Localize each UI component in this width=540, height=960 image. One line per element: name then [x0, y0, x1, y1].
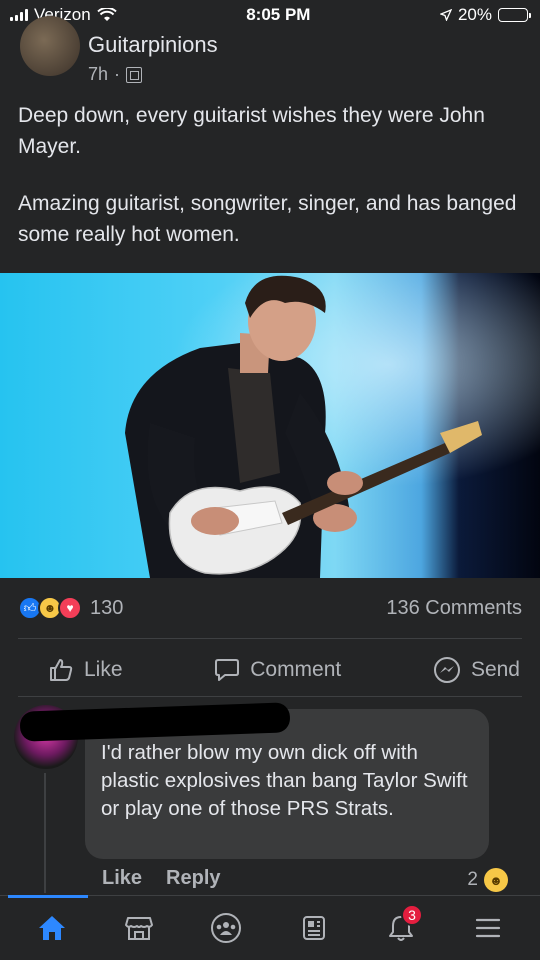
battery-percent: 20%	[457, 5, 492, 24]
divider	[18, 638, 522, 639]
comment-bubble-icon	[215, 659, 240, 681]
wifi-icon	[97, 8, 117, 21]
post-actions: Like Comment Send	[18, 645, 522, 695]
comment-like-button[interactable]: Like	[102, 867, 142, 890]
location-arrow-icon	[439, 9, 452, 21]
comment-text: I'd rather blow my own dick off with pla…	[101, 741, 468, 820]
reaction-icons[interactable]: 👍︎ ☻ ♥ 130	[18, 596, 123, 620]
post-image[interactable]	[0, 273, 540, 578]
page-name[interactable]: Guitarpinions	[88, 32, 218, 58]
home-icon	[38, 916, 65, 940]
like-button[interactable]: Like	[48, 657, 123, 683]
nav-groups[interactable]	[196, 900, 256, 956]
haha-icon: ☻	[484, 868, 508, 892]
comment-label: Comment	[250, 658, 342, 681]
signal-icon	[10, 9, 28, 21]
meta-separator: ·	[114, 64, 121, 84]
battery-icon	[497, 8, 531, 22]
post-paragraph: Amazing guitarist, songwriter, singer, a…	[18, 192, 517, 246]
send-label: Send	[470, 658, 520, 681]
post-timestamp[interactable]: 7h	[88, 64, 108, 85]
thumbs-up-icon	[50, 659, 73, 681]
post-meta: 7h ·	[88, 64, 143, 85]
nav-marketplace[interactable]	[109, 900, 169, 956]
comment-reply-button[interactable]: Reply	[166, 867, 220, 890]
comment-actions: Like Reply	[102, 867, 221, 890]
divider	[18, 696, 522, 697]
marketplace-icon	[124, 917, 153, 940]
like-label: Like	[84, 658, 123, 681]
comment-thread: Brian Erickson I'd rather blow my own di…	[0, 702, 540, 895]
nav-notifications[interactable]: 3	[371, 900, 431, 956]
active-tab-indicator	[8, 895, 88, 898]
guitarist-photo	[0, 273, 540, 578]
reactions-summary: 👍︎ ☻ ♥ 130 136 Comments	[18, 590, 522, 626]
battery-group: 20%	[439, 5, 531, 25]
messenger-icon	[433, 657, 460, 683]
status-bar: Verizon 8:05 PM 20%	[0, 0, 540, 30]
groups-icon	[211, 913, 242, 943]
nav-news[interactable]	[284, 900, 344, 956]
nav-menu[interactable]	[458, 900, 518, 956]
bottom-nav: 3	[0, 895, 540, 960]
comment-button[interactable]: Comment	[214, 657, 341, 683]
love-icon: ♥	[58, 596, 82, 620]
reaction-count: 130	[90, 596, 124, 619]
news-icon	[302, 916, 325, 940]
post-text: Deep down, every guitarist wishes they w…	[18, 100, 523, 250]
menu-icon	[476, 918, 501, 938]
status-time: 8:05 PM	[246, 5, 311, 24]
page-avatar[interactable]	[20, 16, 80, 76]
post-header: Guitarpinions 7h ·	[20, 16, 520, 90]
notification-badge: 3	[400, 904, 423, 926]
audience-icon	[126, 66, 143, 83]
thread-line	[44, 773, 46, 893]
nav-home[interactable]	[22, 900, 82, 956]
comments-count[interactable]: 136 Comments	[386, 597, 522, 620]
send-button[interactable]: Send	[433, 656, 520, 684]
post-paragraph: Deep down, every guitarist wishes they w…	[18, 104, 485, 158]
comment-reaction-count: 2	[467, 869, 478, 890]
comment-reactions[interactable]: 2 ☻	[467, 868, 508, 892]
